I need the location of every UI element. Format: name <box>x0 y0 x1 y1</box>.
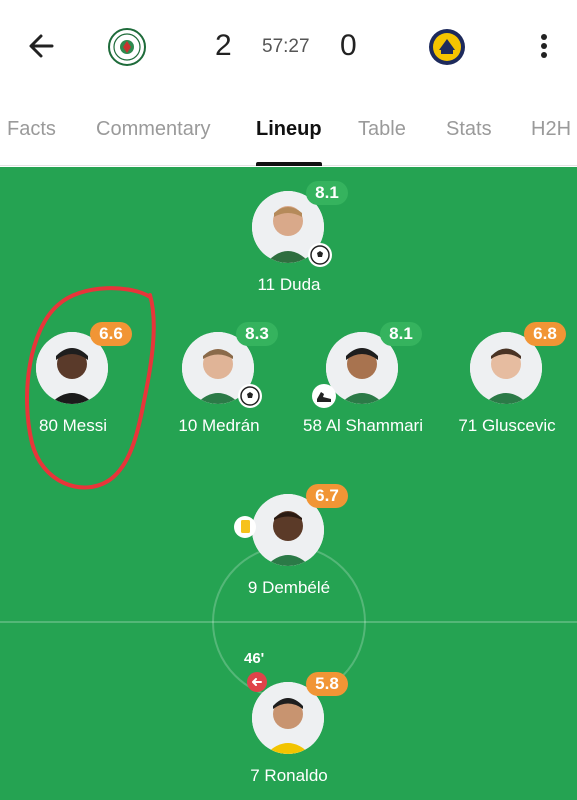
player-name: 9 Dembélé <box>247 578 331 597</box>
player-rating: 8.3 <box>236 322 278 346</box>
player-card[interactable]: 6.7 9 Dembélé <box>214 484 364 624</box>
player-rating: 8.1 <box>380 322 422 346</box>
tab-commentary[interactable]: Commentary <box>96 118 210 141</box>
tab-table[interactable]: Table <box>358 118 406 141</box>
more-options-icon[interactable] <box>530 30 558 62</box>
yellow-card-icon <box>234 516 256 538</box>
player-card[interactable]: 6.8 71 Gluscevic <box>432 322 577 462</box>
tab-stats[interactable]: Stats <box>446 118 492 141</box>
player-card[interactable]: 5.8 46' 7 Ronaldo <box>214 650 364 800</box>
player-rating: 8.1 <box>306 181 348 205</box>
home-team-logo[interactable] <box>108 28 146 66</box>
player-card[interactable]: 8.1 11 Duda <box>214 181 364 321</box>
tab-bar: Facts Commentary Lineup Table Stats H2H <box>0 92 577 166</box>
away-team-logo[interactable] <box>428 28 466 66</box>
player-card[interactable]: 8.3 10 Medrán <box>144 322 294 462</box>
match-clock: 57:27 <box>262 36 310 57</box>
goal-ball-icon <box>308 243 332 267</box>
home-score: 2 <box>215 29 232 62</box>
substitution-minute: 46' <box>244 650 265 667</box>
player-card[interactable]: 8.1 58 Al Shammari <box>288 322 438 462</box>
back-arrow-icon[interactable] <box>24 28 60 64</box>
player-name: 71 Gluscevic <box>458 416 556 435</box>
tab-h2h[interactable]: H2H <box>531 118 571 141</box>
lineup-pitch: 8.1 11 Duda 6.6 80 Messi 8.3 10 Medrán 8… <box>0 167 577 800</box>
match-header: 2 57:27 0 <box>0 0 577 92</box>
assist-boot-icon <box>312 384 336 408</box>
active-tab-indicator <box>256 162 322 166</box>
substituted-out-icon <box>247 672 267 692</box>
player-name: 7 Ronaldo <box>250 766 328 785</box>
highlight-circle-annotation <box>25 286 156 490</box>
player-name: 11 Duda <box>257 275 321 294</box>
player-rating: 5.8 <box>306 672 348 696</box>
tab-facts[interactable]: Facts <box>7 118 56 141</box>
away-score: 0 <box>340 29 357 62</box>
player-rating: 6.8 <box>524 322 566 346</box>
goal-ball-icon <box>238 384 262 408</box>
tab-lineup[interactable]: Lineup <box>256 118 322 141</box>
player-rating: 6.7 <box>306 484 348 508</box>
